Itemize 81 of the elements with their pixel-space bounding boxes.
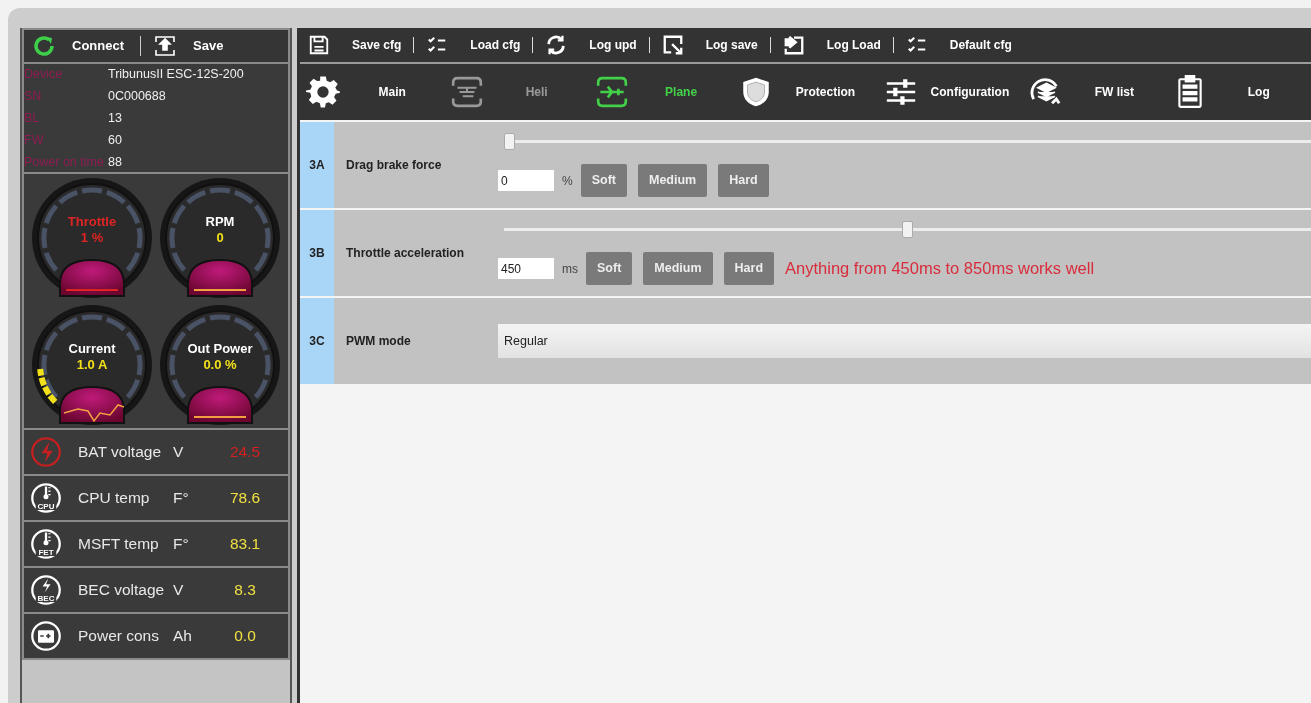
- dropdown-field[interactable]: Regular: [498, 324, 1311, 358]
- slider-thumb[interactable]: [504, 133, 515, 150]
- tab[interactable]: Log: [1166, 64, 1311, 120]
- info-label: FW: [24, 132, 45, 148]
- upload-icon: [153, 34, 177, 58]
- gauge-value: 1.0 A: [76, 356, 108, 373]
- preset-button[interactable]: Medium: [638, 164, 708, 197]
- slider-thumb[interactable]: [902, 221, 913, 238]
- info-value: 13: [108, 110, 122, 126]
- toolbar-button[interactable]: Load cfg: [426, 34, 521, 56]
- preset-button[interactable]: Hard: [723, 252, 775, 285]
- gauge-label: Throttle: [67, 213, 117, 230]
- info-label: Power on time: [24, 154, 105, 170]
- airplane-icon: [594, 75, 629, 109]
- toolbar-button[interactable]: Save: [153, 34, 232, 58]
- info-value: 88: [108, 154, 122, 170]
- toolbar-button[interactable]: Log Load: [782, 34, 881, 56]
- gauge-value: 0.0 %: [203, 356, 237, 373]
- tab[interactable]: FW list: [1022, 64, 1167, 120]
- preset-button[interactable]: Soft: [580, 164, 627, 197]
- setting-name: PWM mode: [346, 333, 411, 350]
- settings-icon: [306, 75, 340, 109]
- stat-label: BAT voltage: [78, 442, 162, 463]
- stat-label: Power cons: [78, 626, 160, 647]
- gauge-level-arc: [37, 368, 58, 404]
- thermometer-icon: FET: [30, 528, 62, 560]
- stat-unit: F°: [173, 488, 190, 509]
- info-label: BL: [24, 110, 41, 126]
- import-icon: [782, 34, 805, 56]
- tab[interactable]: Main: [300, 64, 445, 120]
- value-field[interactable]: 0: [498, 170, 554, 191]
- tab[interactable]: Configuration: [877, 64, 1023, 120]
- stat-value: 0.0: [233, 626, 257, 647]
- toolbar-button[interactable]: Log save: [661, 34, 758, 56]
- info-label: SN: [24, 88, 43, 104]
- gauge-label: Out Power: [187, 340, 253, 357]
- toolbar-button[interactable]: Connect: [32, 34, 128, 58]
- stat-value: 78.6: [228, 488, 262, 509]
- gauge-label: RPM: [205, 213, 235, 230]
- export-icon: [661, 34, 684, 56]
- stat-unit: V: [173, 442, 185, 463]
- setting-code: 3B: [309, 245, 325, 262]
- stat-value: 24.5: [228, 442, 262, 463]
- setting-code: 3C: [309, 333, 325, 350]
- tab[interactable]: Plane: [588, 64, 734, 120]
- preset-button[interactable]: Soft: [586, 252, 633, 285]
- stat-value: 8.3: [233, 580, 257, 601]
- slider[interactable]: [504, 221, 1311, 238]
- info-value: 0C000688: [108, 88, 166, 104]
- unit-label: %: [562, 172, 573, 190]
- refresh-icon: [32, 34, 56, 58]
- gauge-label: Current: [68, 340, 116, 357]
- info-label: Device: [24, 66, 64, 82]
- stat-label: CPU temp: [78, 488, 151, 509]
- slider[interactable]: [504, 133, 1311, 150]
- save-icon: [308, 34, 330, 56]
- lightning-icon: BEC: [30, 574, 62, 606]
- info-value: 60: [108, 132, 122, 148]
- preset-button[interactable]: Medium: [643, 252, 713, 285]
- value-field[interactable]: 450: [498, 258, 554, 279]
- gauge-value: 0: [216, 229, 224, 246]
- preset-button[interactable]: Hard: [718, 164, 769, 197]
- stat-value: 83.1: [228, 534, 262, 555]
- stat-unit: F°: [173, 534, 190, 555]
- sync-icon: [545, 34, 568, 56]
- stat-label: MSFT temp: [78, 534, 160, 555]
- toolbar-button[interactable]: Save cfg: [308, 34, 402, 56]
- info-value: TribunusII ESC-12S-200: [108, 66, 244, 82]
- unit-label: ms: [562, 260, 578, 278]
- toolbar-button[interactable]: Default cfg: [905, 34, 1012, 56]
- tab[interactable]: Protection: [733, 64, 878, 120]
- setting-name: Throttle acceleration: [346, 245, 465, 262]
- toolbar-button[interactable]: Log upd: [545, 34, 637, 56]
- gauge-value: 1 %: [80, 229, 104, 246]
- setting-code: 3A: [309, 157, 325, 174]
- hint-text: Anything from 450ms to 850ms works well: [785, 258, 1095, 280]
- stat-label: BEC voltage: [78, 580, 166, 601]
- setting-name: Drag brake force: [346, 157, 442, 174]
- stat-unit: Ah: [173, 626, 193, 647]
- stat-unit: V: [173, 580, 185, 601]
- thermometer-icon: CPU: [30, 482, 62, 514]
